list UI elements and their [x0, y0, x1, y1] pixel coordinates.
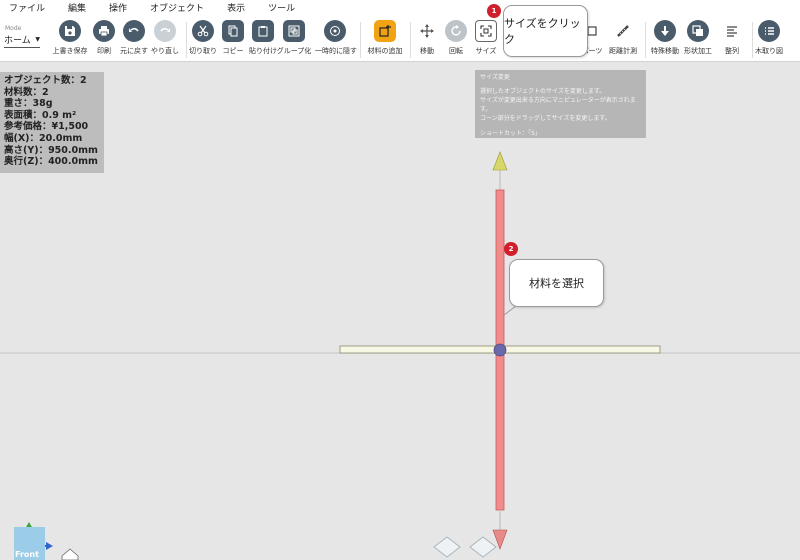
zoom-in-icon[interactable]	[433, 536, 461, 558]
eye-off-icon	[324, 20, 346, 42]
redo-icon	[154, 20, 176, 42]
size-button[interactable]: サイズ	[466, 20, 506, 56]
y-manipulator-cone-top[interactable]	[492, 151, 508, 171]
instruction-callout-2: 材料を選択	[509, 259, 604, 307]
arrow-down-icon	[654, 20, 676, 42]
scissors-icon	[192, 20, 214, 42]
size-tooltip: サイズ変更 選択したオブジェクトのサイズを変更します。 サイズが変更出来る方向に…	[475, 70, 646, 138]
tooltip-title: サイズ変更	[480, 74, 510, 81]
cut-plan-label: 木取り図	[755, 47, 783, 55]
measure-label: 距離計測	[609, 47, 637, 55]
info-surface-area: 表面積：0.9 m²	[4, 109, 77, 121]
size-label: サイズ	[475, 47, 497, 55]
save-icon	[59, 20, 81, 42]
callout-2-text: 材料を選択	[529, 277, 584, 290]
info-depth: 奥行(Z)：400.0mm	[4, 156, 98, 168]
align-button[interactable]: 整列	[712, 20, 752, 56]
hide-label: 一時的に隠す	[315, 47, 357, 55]
shape-icon	[687, 20, 709, 42]
menu-tools[interactable]: ツール	[268, 1, 295, 14]
mode-value: ホーム	[4, 36, 31, 46]
undo-icon	[123, 20, 145, 42]
measure-button[interactable]: 距離計測	[603, 20, 643, 56]
info-height: 高さ(Y)：950.0mm	[4, 144, 98, 156]
align-icon	[721, 20, 743, 42]
tooltip-line: コーン部分をドラッグしてサイズを変更します。	[480, 115, 611, 122]
resize-icon	[475, 20, 497, 42]
object-info-panel: オブジェクト数：2 材料数：2 重さ：38g 表面積：0.9 m² 参考価格：¥…	[0, 72, 104, 173]
toolbar: Mode ホーム ▼ 上書き保存 印刷 元に戻す やり直し 切り取り コピー 貼…	[0, 14, 800, 62]
add-material-label: 材料の追加	[367, 47, 403, 55]
instruction-callout-1: サイズをクリック	[503, 5, 588, 57]
view-cube-label: Front	[15, 550, 39, 559]
hide-button[interactable]: 一時的に隠す	[315, 20, 357, 56]
rotate-icon	[445, 20, 467, 42]
ruler-icon	[612, 20, 634, 42]
step-badge-2: 2	[504, 242, 518, 256]
menu-edit[interactable]: 編集	[68, 1, 86, 14]
callout-1-text: サイズをクリック	[504, 17, 581, 46]
tooltip-shortcut: ショートカット：「S」	[480, 130, 541, 137]
toolbar-divider	[360, 22, 361, 58]
tooltip-line: サイズが変更出来る方向にマニピュレーターが表示されます。	[480, 97, 636, 113]
group-button[interactable]: グループ化	[274, 20, 314, 56]
add-material-button[interactable]: 材料の追加	[365, 20, 405, 56]
add-material-icon	[374, 20, 396, 42]
x-axis-arrow-icon	[46, 542, 53, 550]
group-label: グループ化	[276, 47, 312, 55]
mode-select[interactable]: ホーム ▼	[4, 33, 40, 48]
info-price: 参考価格：¥1,500	[4, 121, 89, 133]
tooltip-line: 選択したオブジェクトのサイズを変更します。	[480, 88, 606, 95]
group-icon	[283, 20, 305, 42]
redo-button[interactable]: やり直し	[145, 20, 185, 56]
menu-object[interactable]: オブジェクト	[150, 1, 204, 14]
mode-label: Mode	[5, 25, 22, 32]
list-icon	[758, 20, 780, 42]
menu-view[interactable]: 表示	[227, 1, 245, 14]
align-label: 整列	[725, 47, 739, 55]
copy-icon	[222, 20, 244, 42]
redo-label: やり直し	[151, 47, 179, 55]
home-icon[interactable]	[61, 548, 79, 560]
view-cube[interactable]: Front	[14, 527, 45, 560]
info-material-count: 材料数：2	[4, 86, 49, 98]
info-object-count: オブジェクト数：2	[4, 75, 87, 86]
info-weight: 重さ：38g	[4, 98, 53, 110]
info-width: 幅(X)：20.0mm	[4, 132, 83, 144]
zoom-out-icon[interactable]	[469, 536, 497, 558]
chevron-down-icon: ▼	[35, 36, 40, 43]
clipboard-icon	[252, 20, 274, 42]
menu-operation[interactable]: 操作	[109, 1, 127, 14]
cut-plan-button[interactable]: 木取り図	[749, 20, 789, 56]
move-arrows-icon	[416, 20, 438, 42]
3d-viewport[interactable]	[0, 62, 800, 560]
menu-file[interactable]: ファイル	[9, 1, 45, 14]
menu-bar: ファイル 編集 操作 オブジェクト 表示 ツール	[0, 0, 800, 14]
manipulator-center[interactable]	[493, 343, 507, 357]
step-badge-1: 1	[487, 4, 501, 18]
print-icon	[93, 20, 115, 42]
